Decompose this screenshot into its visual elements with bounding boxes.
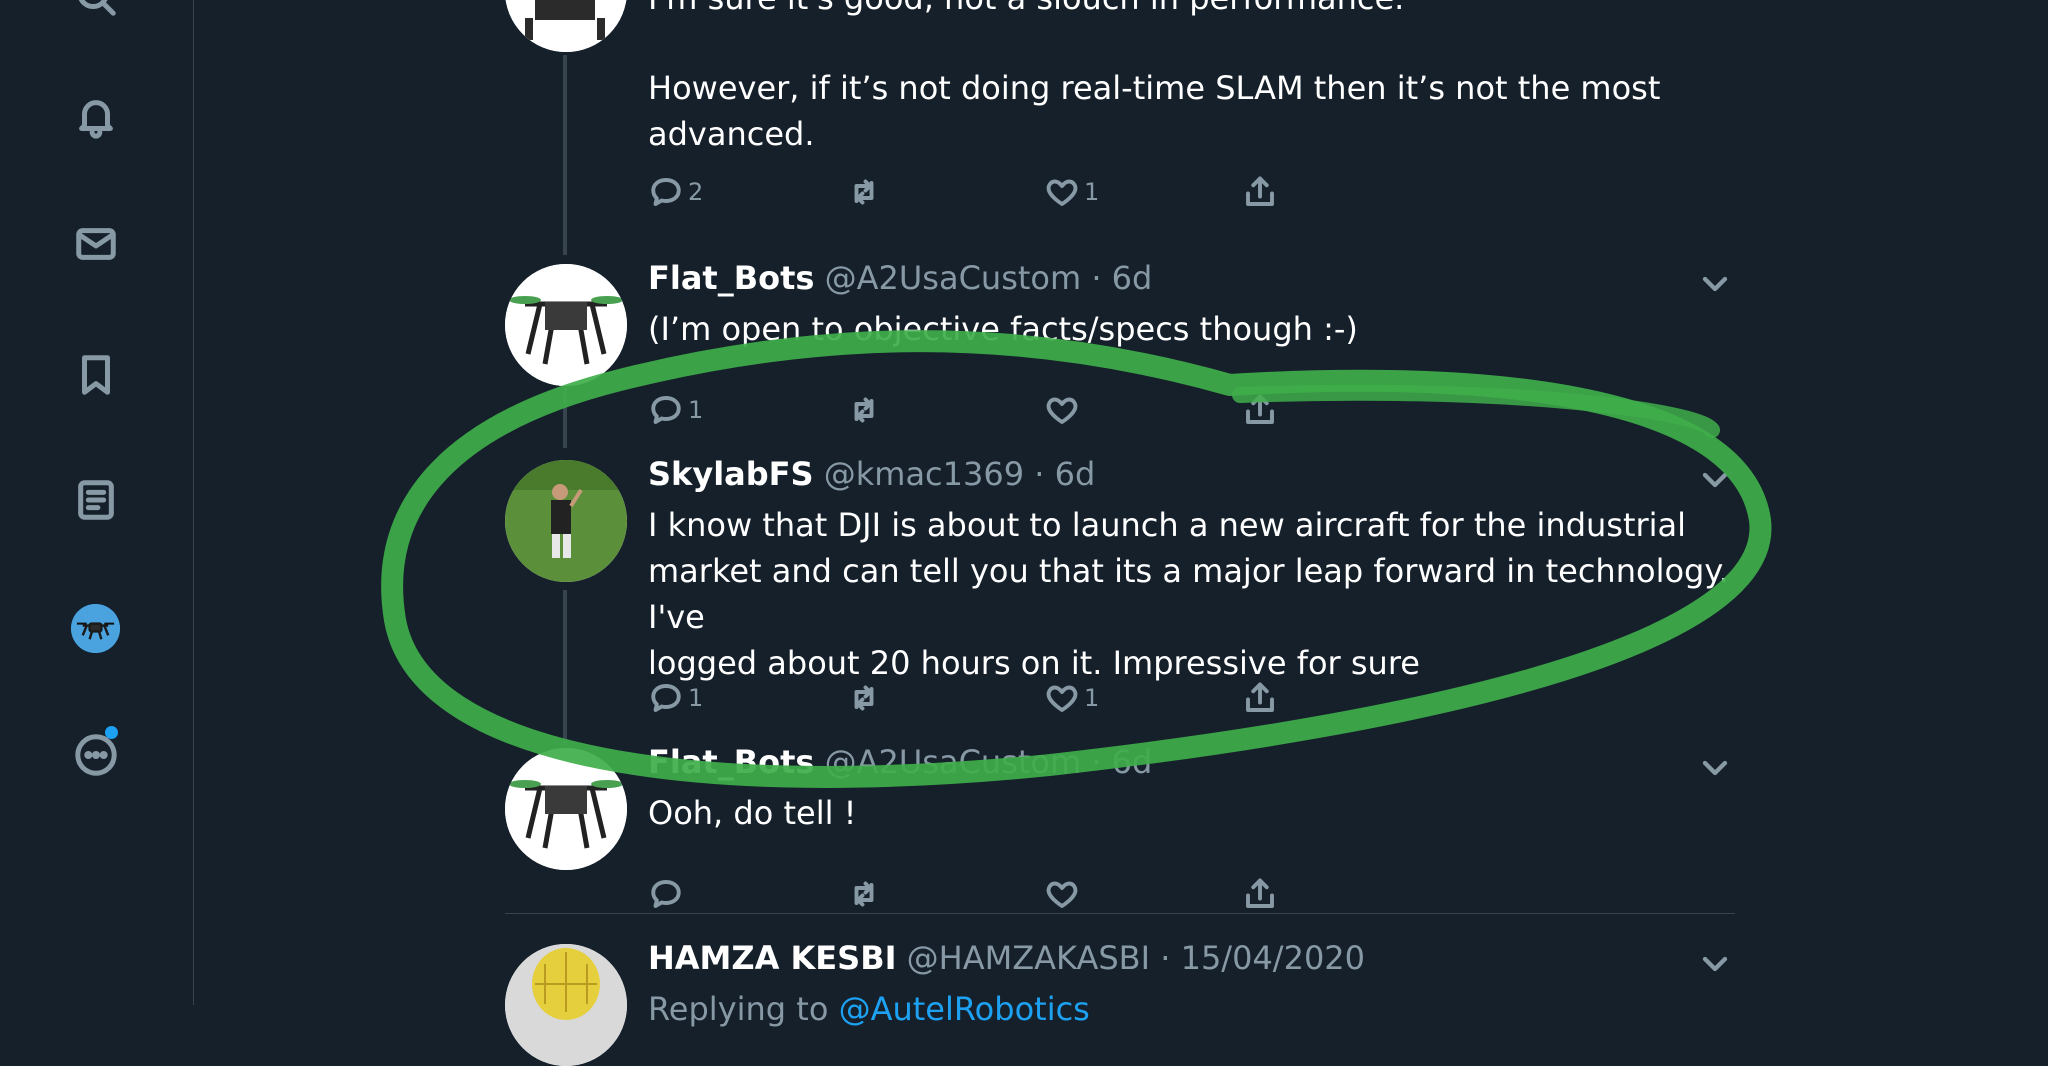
chevron-down-icon (1702, 956, 1728, 972)
chevron-down-icon (1702, 760, 1728, 776)
retweet-button[interactable] (846, 170, 1044, 214)
thread-line (563, 386, 567, 448)
reply-icon (651, 880, 681, 908)
tweet-text: Ooh, do tell ! (648, 794, 857, 832)
tweet-text: I know that DJI is about to launch a new… (648, 502, 1738, 686)
heart-icon (1046, 397, 1078, 424)
reply-count: 2 (688, 178, 704, 206)
like-button[interactable]: 1 (1044, 170, 1242, 214)
reply-icon (651, 178, 681, 206)
tweet-menu-button[interactable] (1695, 748, 1735, 788)
replying-to: Replying to @AutelRobotics (648, 986, 1738, 1032)
share-icon (1246, 394, 1274, 424)
tweet-actions: 1 (648, 388, 1440, 432)
tweet-actions: 1 1 (648, 676, 1440, 720)
lists-icon[interactable] (70, 474, 122, 526)
left-nav-rail (0, 0, 194, 1005)
tweet-text-line: I know that DJI is about to launch a new… (648, 506, 1687, 544)
retweet-icon (854, 397, 874, 423)
tweet-text-line: market and can tell you that its a major… (648, 552, 1729, 636)
thread-line (563, 590, 567, 746)
share-button[interactable] (1242, 170, 1440, 214)
tweet-header: SkylabFS @kmac1369 · 6d (648, 454, 1095, 494)
tweet-text-top: I'm sure it's good, not a slouch in perf… (648, 0, 1738, 21)
tweet-text-line: However, if it’s not doing real-time SLA… (648, 69, 1661, 107)
heart-icon (1046, 685, 1078, 712)
retweet-icon (854, 685, 874, 711)
tweet-text-line: advanced. (648, 115, 815, 153)
tweet-header: Flat_Bots @A2UsaCustom · 6d (648, 742, 1152, 782)
display-name[interactable]: Flat_Bots (648, 259, 814, 297)
search-icon[interactable] (70, 0, 122, 22)
reply-button[interactable]: 1 (648, 388, 846, 432)
tweet-actions (648, 872, 1440, 916)
display-name[interactable]: HAMZA KESBI (648, 939, 897, 977)
like-button[interactable] (1044, 388, 1242, 432)
share-icon (1246, 176, 1274, 206)
reply-count: 1 (688, 684, 704, 712)
share-button[interactable] (1242, 676, 1440, 720)
reply-icon (651, 684, 681, 712)
display-name[interactable]: SkylabFS (648, 455, 814, 493)
handle[interactable]: @kmac1369 (824, 455, 1024, 493)
share-button[interactable] (1242, 388, 1440, 432)
avatar[interactable] (505, 460, 627, 582)
retweet-button[interactable] (846, 388, 1044, 432)
avatar[interactable] (505, 0, 627, 52)
like-count: 1 (1084, 684, 1100, 712)
profile-avatar[interactable] (71, 604, 120, 653)
reply-button[interactable]: 1 (648, 676, 846, 720)
notification-dot (105, 726, 118, 739)
like-button[interactable]: 1 (1044, 676, 1242, 720)
tweet-menu-button[interactable] (1695, 264, 1735, 304)
separator: · (1091, 743, 1102, 781)
avatar[interactable] (505, 264, 627, 386)
retweet-icon (854, 881, 874, 907)
timestamp[interactable]: 6d (1055, 455, 1096, 493)
mail-icon[interactable] (70, 218, 122, 270)
separator: · (1091, 259, 1102, 297)
avatar[interactable] (505, 748, 627, 870)
chevron-down-icon (1702, 276, 1728, 292)
replying-to-link[interactable]: @AutelRobotics (839, 990, 1090, 1028)
like-button[interactable] (1044, 872, 1242, 916)
reply-icon (651, 396, 681, 424)
bookmark-icon[interactable] (70, 349, 122, 401)
handle[interactable]: @HAMZAKASBI (907, 939, 1150, 977)
tweet-text: (I’m open to objective facts/specs thoug… (648, 310, 1358, 348)
retweet-button[interactable] (846, 872, 1044, 916)
reply-button[interactable]: 2 (648, 170, 846, 214)
avatar[interactable] (505, 944, 627, 1066)
like-count: 1 (1084, 178, 1100, 206)
timestamp[interactable]: 15/04/2020 (1181, 939, 1365, 977)
tweet-actions: 2 1 (648, 170, 1440, 214)
timestamp[interactable]: 6d (1112, 259, 1153, 297)
divider (505, 913, 1735, 914)
separator: · (1034, 455, 1045, 493)
share-icon (1246, 878, 1274, 908)
chevron-down-icon (1702, 472, 1728, 488)
tweet-header: Flat_Bots @A2UsaCustom · 6d (648, 258, 1152, 298)
tweet-header: HAMZA KESBI @HAMZAKASBI · 15/04/2020 (648, 938, 1365, 978)
tweet-menu-button[interactable] (1695, 460, 1735, 500)
timestamp[interactable]: 6d (1112, 743, 1153, 781)
tweet-text: However, if it’s not doing real-time SLA… (648, 65, 1738, 157)
share-icon (1246, 682, 1274, 712)
replying-prefix: Replying to (648, 990, 829, 1028)
reply-button[interactable] (648, 872, 846, 916)
separator: · (1160, 939, 1171, 977)
share-button[interactable] (1242, 872, 1440, 916)
bell-icon[interactable] (70, 90, 122, 142)
handle[interactable]: @A2UsaCustom (825, 743, 1082, 781)
reply-count: 1 (688, 396, 704, 424)
retweet-button[interactable] (846, 676, 1044, 720)
retweet-icon (854, 179, 874, 205)
heart-icon (1046, 881, 1078, 908)
handle[interactable]: @A2UsaCustom (825, 259, 1082, 297)
display-name[interactable]: Flat_Bots (648, 743, 814, 781)
thread-line (563, 55, 567, 255)
heart-icon (1046, 179, 1078, 206)
tweet-menu-button[interactable] (1695, 944, 1735, 984)
